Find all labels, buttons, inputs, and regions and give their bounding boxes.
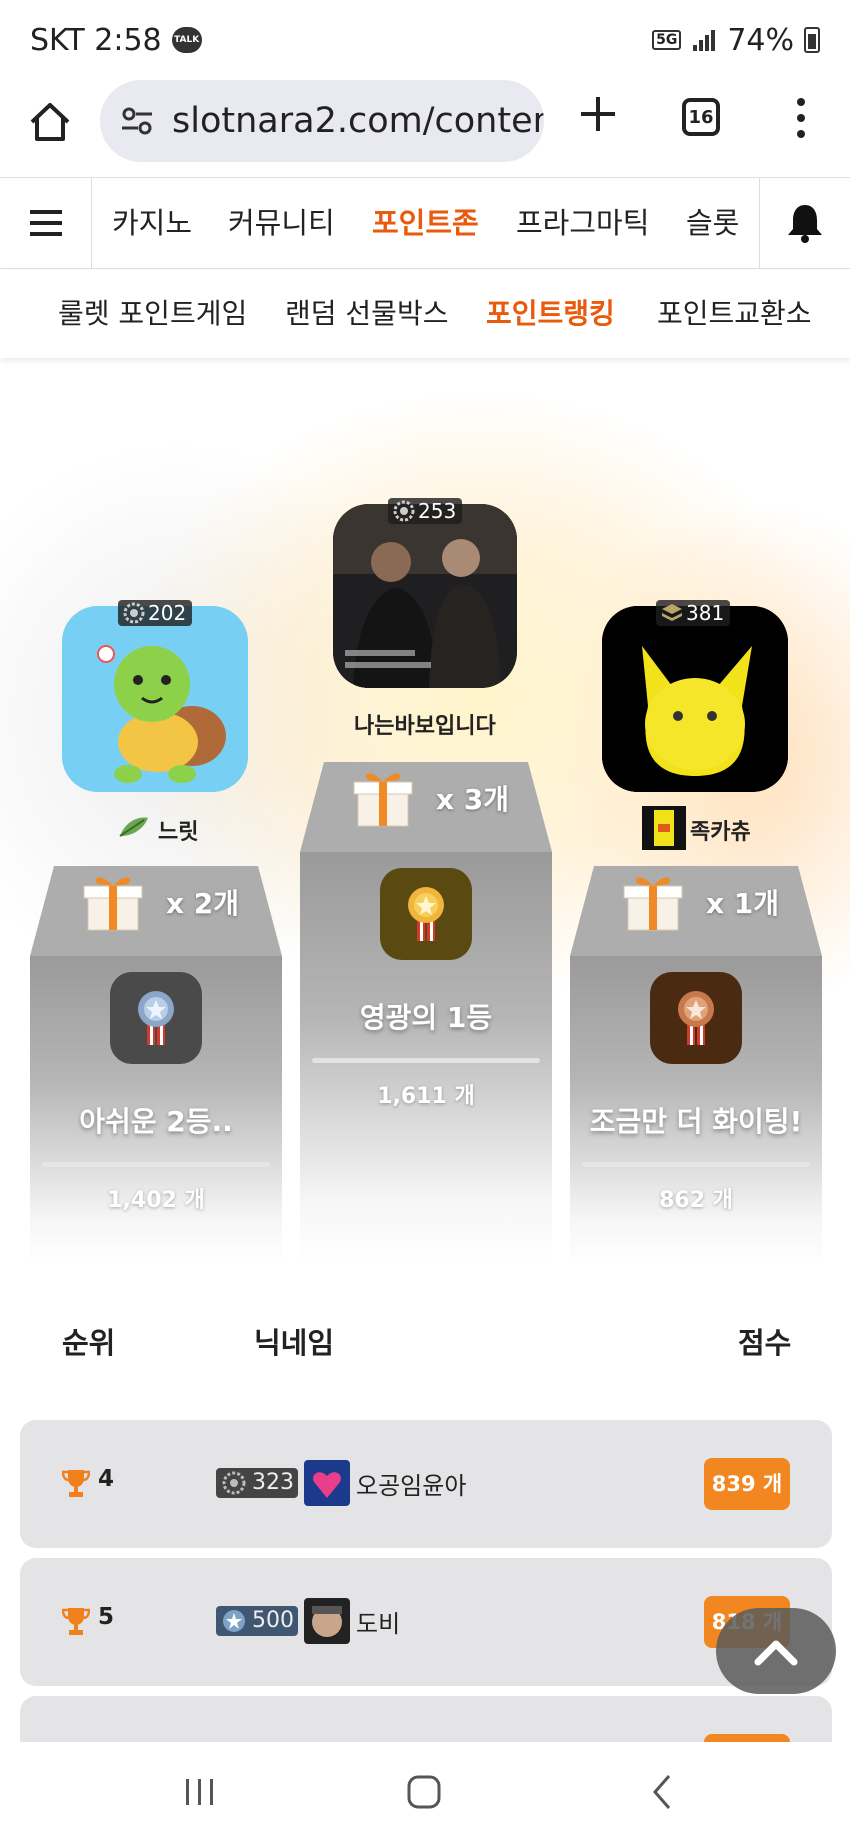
sub-item-roulette[interactable]: 룰렛 포인트게임 <box>58 270 247 358</box>
first-place-level: 253 <box>418 499 457 523</box>
third-place-name: 족카츄 <box>690 820 751 845</box>
status-bar: SKT 2:58 TALK 5G 74% <box>0 0 850 80</box>
first-place-level-badge: 253 <box>388 498 463 524</box>
sub-nav: 룰렛 포인트게임 랜덤 선물박스 포인트랭킹 포인트교환소 <box>0 270 850 358</box>
nickname: 도비 <box>356 1610 401 1638</box>
rank-number: 5 <box>98 1604 115 1630</box>
nickname: 오공임윤아 <box>356 1472 467 1500</box>
battery-icon <box>804 27 820 53</box>
recent-apps-icon[interactable] <box>150 1742 250 1842</box>
back-nav-icon[interactable] <box>612 1742 712 1842</box>
podium-section: 253 나는바보입니다 x 3개 영광의 1등 1,611 개 202 느릿 x… <box>0 358 850 1298</box>
level-gear-icon <box>393 500 415 522</box>
level-gear-icon <box>222 1471 246 1495</box>
nav-item-casino[interactable]: 카지노 <box>112 178 192 268</box>
third-place-title: 조금만 더 화이팅! <box>589 1105 803 1138</box>
talk-notification-icon: TALK <box>171 27 202 53</box>
trophy-icon <box>62 1470 90 1497</box>
level-gear-icon <box>123 602 145 624</box>
level-number: 323 <box>252 1470 294 1495</box>
nickname-column-header: 닉네임 <box>254 1326 335 1360</box>
level-badge: 500 <box>216 1606 298 1636</box>
notification-bell-icon[interactable] <box>759 178 850 268</box>
tab-switcher-button[interactable]: 16 <box>682 98 720 136</box>
sub-item-point-ranking[interactable]: 포인트랭킹 <box>486 270 615 358</box>
score-badge: 839 개 <box>704 1458 790 1510</box>
second-place-name: 느릿 <box>158 820 199 845</box>
second-place-title: 아쉬운 2등.. <box>79 1105 233 1138</box>
score-column-header: 점수 <box>738 1326 792 1360</box>
user-avatar <box>304 1460 350 1506</box>
sub-item-random-gift[interactable]: 랜덤 선물박스 <box>285 270 448 358</box>
gift-box-icon <box>353 773 413 827</box>
second-place-level-badge: 202 <box>118 600 193 626</box>
hamburger-menu-icon[interactable] <box>0 178 92 268</box>
second-place-avatar[interactable] <box>62 606 248 792</box>
nav-item-community[interactable]: 커뮤니티 <box>228 178 335 268</box>
scroll-to-top-button[interactable] <box>716 1608 836 1694</box>
user-avatar <box>304 1598 350 1644</box>
gift-box-icon <box>83 877 143 931</box>
second-place-score: 1,402 개 <box>107 1188 205 1213</box>
system-nav-bar <box>0 1742 850 1842</box>
url-text: slotnara2.com/conten <box>172 101 544 141</box>
leaf-icon <box>119 817 148 837</box>
first-place-title: 영광의 1등 <box>359 1001 493 1034</box>
site-settings-icon[interactable] <box>120 104 154 138</box>
level-badge: 323 <box>216 1468 298 1498</box>
battery-level: 74% <box>727 22 794 58</box>
nav-item-pragmatic[interactable]: 프라그마틱 <box>516 178 649 268</box>
ranking-header: 순위 닉네임 점수 <box>0 1320 850 1370</box>
nav-item-slot[interactable]: 슬롯 <box>686 178 739 268</box>
network-type: 5G <box>652 30 682 50</box>
url-bar[interactable]: slotnara2.com/conten <box>100 80 544 162</box>
third-place-score: 862 개 <box>659 1188 733 1213</box>
level-star-icon <box>223 1610 245 1632</box>
third-place-mini-avatar <box>642 806 686 850</box>
rank-number: 4 <box>98 1466 115 1492</box>
first-place-score: 1,611 개 <box>377 1084 475 1109</box>
gift-box-icon <box>623 877 683 931</box>
sub-item-point-exchange[interactable]: 포인트교환소 <box>657 270 812 358</box>
level-number: 500 <box>252 1608 294 1633</box>
signal-icon <box>693 30 716 51</box>
trophy-icon <box>62 1608 90 1635</box>
more-menu-icon[interactable] <box>794 98 808 138</box>
home-icon[interactable] <box>28 100 72 144</box>
bronze-medal-icon <box>650 972 742 1064</box>
gold-medal-icon <box>380 868 472 960</box>
nav-item-pointzone[interactable]: 포인트존 <box>372 178 479 268</box>
first-place-gift-count: x 3개 <box>436 783 510 816</box>
third-place-level-badge: 381 <box>656 600 731 626</box>
first-place-name: 나는바보입니다 <box>354 714 496 739</box>
third-place-gift-count: x 1개 <box>706 887 780 920</box>
chevron-up-icon <box>754 1640 798 1666</box>
home-nav-icon[interactable] <box>374 1742 474 1842</box>
table-row[interactable]: 5 500 도비 818 개 <box>20 1558 832 1686</box>
rank-column-header: 순위 <box>62 1326 116 1360</box>
carrier-time: SKT 2:58 <box>30 22 162 58</box>
second-place-gift-count: x 2개 <box>166 887 240 920</box>
silver-medal-icon <box>110 972 202 1064</box>
first-place-podium: x 3개 영광의 1등 1,611 개 <box>300 762 552 1262</box>
table-row[interactable]: 4 323 오공임윤아 839 개 <box>20 1420 832 1548</box>
new-tab-icon[interactable] <box>578 94 618 134</box>
first-place-avatar[interactable] <box>333 504 517 688</box>
third-place-podium: x 1개 조금만 더 화이팅! 862 개 <box>570 866 822 1266</box>
main-nav: 카지노 커뮤니티 포인트존 프라그마틱 슬롯 <box>0 177 850 269</box>
second-place-podium: x 2개 아쉬운 2등.. 1,402 개 <box>30 866 282 1266</box>
second-place-level: 202 <box>148 601 187 625</box>
third-place-avatar[interactable] <box>602 606 788 792</box>
third-place-level: 381 <box>686 601 725 625</box>
browser-toolbar: slotnara2.com/conten 16 <box>0 80 850 180</box>
level-layers-icon <box>662 604 682 621</box>
